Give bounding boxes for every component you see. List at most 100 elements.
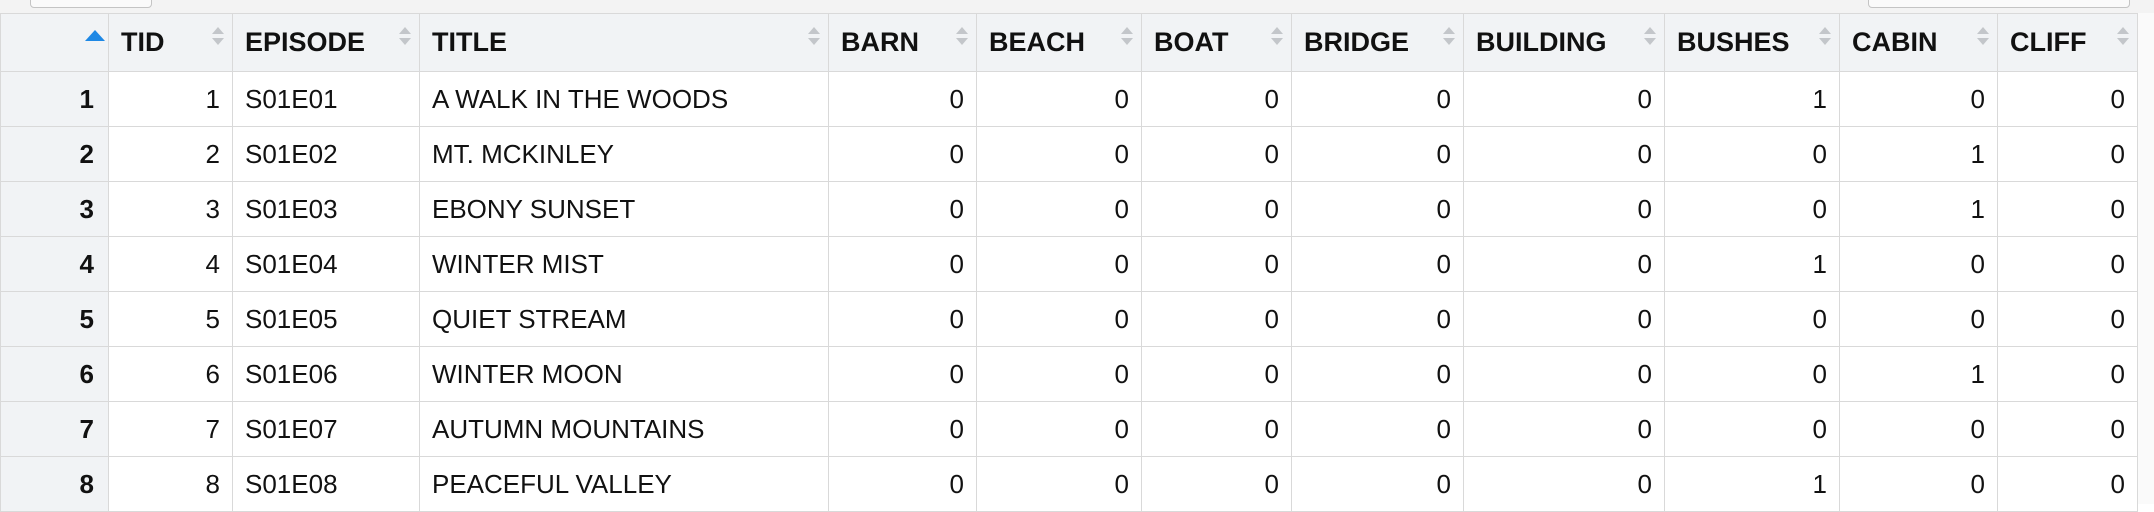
table-cell[interactable]: 0 [1463,126,1665,182]
table-cell[interactable]: 0 [828,71,977,127]
table-cell[interactable]: 1 [108,71,233,127]
table-cell[interactable]: 0 [1997,126,2138,182]
table-cell[interactable]: 0 [1141,401,1292,457]
column-header-bushes[interactable]: BUSHES [1664,13,1840,72]
table-cell[interactable]: 0 [1997,456,2138,512]
table-cell[interactable]: 0 [828,126,977,182]
table-cell[interactable]: WINTER MIST [419,236,829,292]
table-row[interactable]: 5 5 S01E05 QUIET STREAM 0 0 0 0 0 0 0 0 [0,291,2138,347]
table-cell[interactable]: 0 [1141,456,1292,512]
table-row[interactable]: 3 3 S01E03 EBONY SUNSET 0 0 0 0 0 0 1 0 [0,181,2138,237]
column-header-barn[interactable]: BARN [828,13,977,72]
table-cell[interactable]: 1 [1664,71,1840,127]
table-cell[interactable]: 0 [1839,71,1998,127]
table-cell[interactable]: 0 [976,456,1142,512]
table-cell[interactable]: 0 [1141,236,1292,292]
table-cell[interactable]: 0 [1141,346,1292,402]
table-cell[interactable]: 0 [1839,401,1998,457]
table-cell[interactable]: 0 [1463,291,1665,347]
table-cell[interactable]: QUIET STREAM [419,291,829,347]
table-cell[interactable]: 0 [1997,236,2138,292]
table-cell[interactable]: 0 [1839,236,1998,292]
table-cell[interactable]: 0 [1291,71,1464,127]
table-cell[interactable]: 4 [108,236,233,292]
table-cell[interactable]: 1 [1664,236,1840,292]
table-cell[interactable]: 0 [1997,346,2138,402]
table-cell[interactable]: 1 [1664,456,1840,512]
table-cell[interactable]: S01E08 [232,456,420,512]
table-cell[interactable]: S01E03 [232,181,420,237]
table-cell[interactable]: 0 [1291,236,1464,292]
table-cell[interactable]: 0 [1997,401,2138,457]
table-cell[interactable]: 0 [1291,126,1464,182]
table-cell[interactable]: 0 [1997,291,2138,347]
table-cell[interactable]: 6 [108,346,233,402]
table-cell[interactable]: 2 [108,126,233,182]
table-row[interactable]: 6 6 S01E06 WINTER MOON 0 0 0 0 0 0 1 0 [0,346,2138,402]
table-cell[interactable]: 0 [976,236,1142,292]
table-cell[interactable]: 0 [976,291,1142,347]
table-cell[interactable]: 0 [828,456,977,512]
toolbar-button-ghost[interactable] [30,0,152,8]
table-cell[interactable]: 0 [1839,291,1998,347]
column-header-title[interactable]: TITLE [419,13,829,72]
table-cell[interactable]: 0 [828,181,977,237]
table-cell[interactable]: MT. MCKINLEY [419,126,829,182]
table-cell[interactable]: 0 [1141,71,1292,127]
table-cell[interactable]: 0 [1839,456,1998,512]
table-row[interactable]: 4 4 S01E04 WINTER MIST 0 0 0 0 0 1 0 0 [0,236,2138,292]
table-cell[interactable]: 0 [1291,346,1464,402]
table-cell[interactable]: 7 [108,401,233,457]
table-cell[interactable]: 0 [1291,291,1464,347]
table-cell[interactable]: S01E02 [232,126,420,182]
table-cell[interactable]: S01E06 [232,346,420,402]
table-cell[interactable]: 0 [976,71,1142,127]
table-cell[interactable]: 1 [1839,181,1998,237]
table-cell[interactable]: 8 [108,456,233,512]
table-cell[interactable]: PEACEFUL VALLEY [419,456,829,512]
table-cell[interactable]: 0 [1664,401,1840,457]
table-cell[interactable]: S01E07 [232,401,420,457]
table-cell[interactable]: S01E01 [232,71,420,127]
column-header-building[interactable]: BUILDING [1463,13,1665,72]
table-cell[interactable]: 0 [828,346,977,402]
table-cell[interactable]: A WALK IN THE WOODS [419,71,829,127]
table-cell[interactable]: 0 [828,236,977,292]
table-cell[interactable]: 0 [1997,71,2138,127]
table-cell[interactable]: 0 [976,401,1142,457]
table-cell[interactable]: S01E05 [232,291,420,347]
table-cell[interactable]: EBONY SUNSET [419,181,829,237]
search-box-ghost[interactable] [1868,0,2130,8]
table-cell[interactable]: 3 [108,181,233,237]
table-cell[interactable]: 0 [1664,346,1840,402]
table-cell[interactable]: 0 [1664,291,1840,347]
table-cell[interactable]: 0 [1664,181,1840,237]
table-cell[interactable]: 0 [1463,401,1665,457]
table-cell[interactable]: 0 [1997,181,2138,237]
table-cell[interactable]: 0 [1141,126,1292,182]
table-cell[interactable]: 0 [1291,456,1464,512]
column-header-beach[interactable]: BEACH [976,13,1142,72]
table-row[interactable]: 7 7 S01E07 AUTUMN MOUNTAINS 0 0 0 0 0 0 0 0 [0,401,2138,457]
table-cell[interactable]: 0 [1463,71,1665,127]
column-header-bridge[interactable]: BRIDGE [1291,13,1464,72]
table-cell[interactable]: S01E04 [232,236,420,292]
column-header-tid[interactable]: TID [108,13,233,72]
table-cell[interactable]: 0 [1664,126,1840,182]
table-cell[interactable]: 5 [108,291,233,347]
table-cell[interactable]: 1 [1839,346,1998,402]
table-cell[interactable]: 0 [1141,181,1292,237]
table-cell[interactable]: 0 [1463,236,1665,292]
table-cell[interactable]: 0 [1463,181,1665,237]
table-row[interactable]: 2 2 S01E02 MT. MCKINLEY 0 0 0 0 0 0 1 0 [0,126,2138,182]
table-cell[interactable]: 0 [976,181,1142,237]
table-cell[interactable]: 0 [976,126,1142,182]
table-cell[interactable]: 0 [1463,346,1665,402]
table-cell[interactable]: 0 [1291,401,1464,457]
table-row[interactable]: 1 1 S01E01 A WALK IN THE WOODS 0 0 0 0 0 1 0 0 [0,71,2138,127]
table-cell[interactable]: 0 [1141,291,1292,347]
table-cell[interactable]: 0 [1463,456,1665,512]
column-header-cliff[interactable]: CLIFF [1997,13,2138,72]
table-cell[interactable]: 0 [1291,181,1464,237]
table-cell[interactable]: 0 [828,291,977,347]
